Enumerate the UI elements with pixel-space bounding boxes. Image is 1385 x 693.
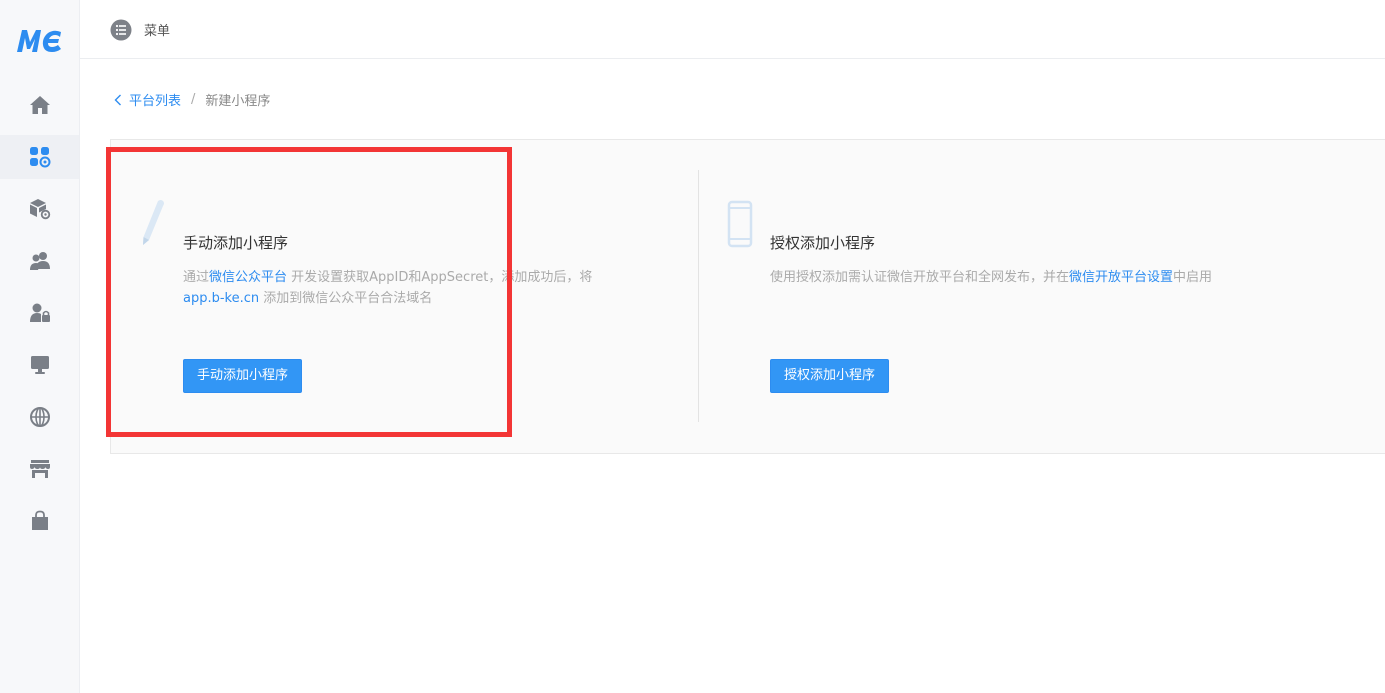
- sidebar-item-home[interactable]: [0, 83, 79, 127]
- apps-settings-icon: [29, 147, 50, 168]
- breadcrumb-current: 新建小程序: [205, 94, 271, 109]
- menu-label[interactable]: 菜单: [144, 20, 170, 39]
- sidebar-item-shop[interactable]: [0, 499, 79, 543]
- manual-card-title: 手动添加小程序: [183, 234, 289, 252]
- authorize-desc-suffix: 中启用: [1173, 270, 1213, 285]
- manual-add-button[interactable]: 手动添加小程序: [183, 359, 303, 393]
- authorize-card-title: 授权添加小程序: [770, 234, 876, 252]
- authorize-desc-prefix: 使用授权添加需认证微信开放平台和全网发布，并在: [770, 270, 1070, 285]
- globe-icon: [29, 407, 50, 427]
- shopping-bag-icon: [31, 510, 48, 530]
- package-settings-icon: [29, 199, 50, 220]
- wechat-public-platform-link[interactable]: 微信公众平台: [209, 270, 287, 285]
- home-icon: [29, 96, 50, 114]
- manual-desc-prefix: 通过: [183, 270, 210, 285]
- authorize-card-description: 使用授权添加需认证微信开放平台和全网发布，并在微信开放平台设置中启用: [770, 267, 1330, 288]
- phone-icon: [727, 200, 753, 248]
- breadcrumb-back-label: 平台列表: [129, 94, 182, 109]
- authorize-add-button[interactable]: 授权添加小程序: [770, 359, 890, 393]
- manual-desc-suffix: 添加到微信公众平台合法域名: [259, 291, 433, 306]
- sidebar-item-store[interactable]: [0, 447, 79, 491]
- logo[interactable]: [14, 26, 66, 56]
- sidebar-item-users[interactable]: [0, 239, 79, 283]
- sidebar-item-permissions[interactable]: [0, 291, 79, 335]
- card-divider: [698, 170, 699, 422]
- breadcrumb: 平台列表 / 新建小程序: [114, 90, 270, 109]
- breadcrumb-back-link[interactable]: 平台列表: [114, 90, 181, 109]
- sidebar-item-apps[interactable]: [0, 135, 79, 179]
- user-lock-icon: [29, 303, 50, 322]
- sidebar-item-packages[interactable]: [0, 187, 79, 231]
- sidebar-item-globe[interactable]: [0, 395, 79, 439]
- store-icon: [29, 460, 50, 478]
- list-icon[interactable]: [110, 19, 132, 41]
- pencil-icon: [143, 200, 164, 245]
- chevron-left-icon: [114, 94, 121, 105]
- breadcrumb-separator: /: [191, 92, 196, 107]
- manual-desc-middle: 开发设置获取AppID和AppSecret，添加成功后，将: [287, 270, 593, 285]
- open-platform-settings-link[interactable]: 微信开放平台设置: [1069, 270, 1173, 285]
- sidebar-item-monitor[interactable]: [0, 343, 79, 387]
- domain-link[interactable]: app.b-ke.cn: [183, 291, 259, 306]
- users-icon: [29, 252, 50, 270]
- add-method-panel: 手动添加小程序 通过微信公众平台 开发设置获取AppID和AppSecret，添…: [110, 139, 1385, 454]
- manual-card-description: 通过微信公众平台 开发设置获取AppID和AppSecret，添加成功后，将 a…: [183, 267, 633, 309]
- sidebar: [0, 0, 80, 693]
- monitor-icon: [30, 356, 49, 374]
- top-bar: 菜单: [80, 0, 1385, 59]
